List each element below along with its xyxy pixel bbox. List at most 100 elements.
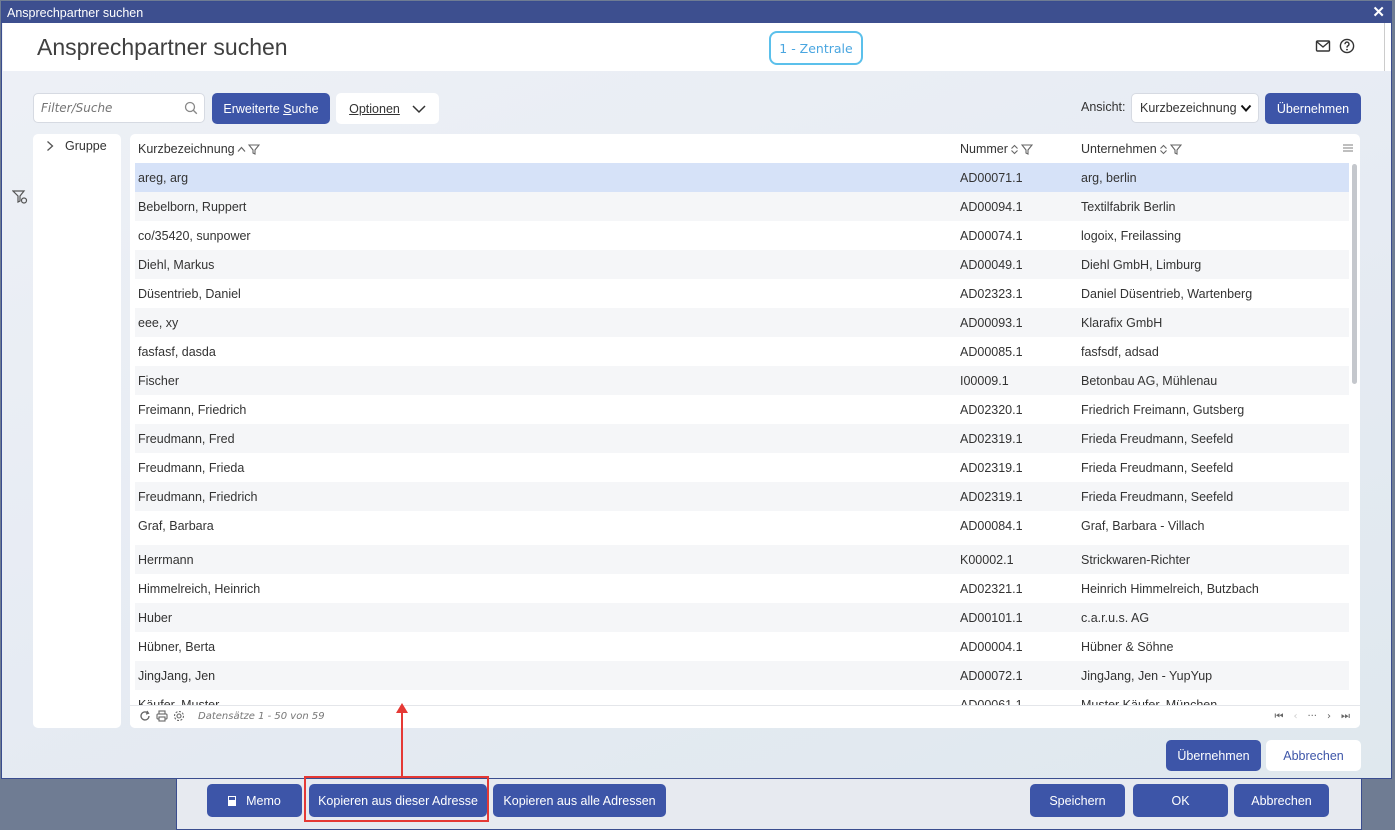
annotation-arrow xyxy=(401,712,403,776)
more-pages-icon[interactable]: ··· xyxy=(1307,711,1317,722)
table-row[interactable]: co/35420, sunpower AD00074.1 logoix, Freil… xyxy=(135,221,1349,250)
advanced-search-label-end: uche xyxy=(291,101,319,116)
table-cell: AD00004.1 xyxy=(960,640,1023,654)
table-cell: Herrmann xyxy=(138,553,194,567)
table-row[interactable]: Freudmann, Friedrich AD02319.1 Frieda Freu… xyxy=(135,482,1349,511)
column-menu-icon[interactable] xyxy=(1342,143,1354,153)
table-cell: AD00101.1 xyxy=(960,611,1023,625)
table-row[interactable]: Himmelreich, Heinrich AD02321.1 Heinrich H… xyxy=(135,574,1349,603)
options-dropdown[interactable]: Optionen xyxy=(336,93,439,124)
search-input[interactable] xyxy=(39,94,183,122)
sort-icon[interactable] xyxy=(1010,144,1019,155)
table-cell: Huber xyxy=(138,611,173,625)
table-cell: Bebelborn, Ruppert xyxy=(138,200,247,214)
column-header-nummer[interactable]: Nummer xyxy=(960,142,1033,156)
table-row[interactable]: areg, arg AD00071.1 arg, berlin xyxy=(135,163,1349,192)
page-title: Ansprechpartner suchen xyxy=(37,34,288,60)
close-icon[interactable]: ✕ xyxy=(1372,3,1385,21)
view-label: Ansicht: xyxy=(1081,100,1126,114)
table-cell: AD00094.1 xyxy=(960,200,1023,214)
dialog-header: Ansprechpartner suchen 1 - Zentrale xyxy=(3,23,1388,71)
group-tree-item[interactable]: Gruppe xyxy=(45,139,107,153)
search-icon[interactable] xyxy=(184,101,198,115)
last-page-icon[interactable]: ⏭ xyxy=(1341,711,1350,722)
location-badge[interactable]: 1 - Zentrale xyxy=(769,31,863,65)
table-row[interactable]: Huber AD00101.1 c.a.r.u.s. AG xyxy=(135,603,1349,632)
table-cell: Freudmann, Frieda xyxy=(138,461,245,475)
window-title: Ansprechpartner suchen xyxy=(7,5,144,20)
chevron-right-icon[interactable] xyxy=(45,140,55,152)
filter-icon[interactable] xyxy=(1020,143,1033,155)
advanced-search-button[interactable]: Erweiterte Suche xyxy=(212,93,330,124)
table-cell: AD02320.1 xyxy=(960,403,1023,417)
filter-settings-icon[interactable] xyxy=(12,189,28,205)
table-row[interactable]: eee, xy AD00093.1 Klarafix GmbH xyxy=(135,308,1349,337)
apply-view-button[interactable]: Übernehmen xyxy=(1265,93,1361,124)
column-label: Kurzbezeichnung xyxy=(138,142,235,156)
table-row[interactable]: Graf, Barbara AD00084.1 Graf, Barbara - Vi… xyxy=(135,511,1349,540)
column-header-kurzbezeichnung[interactable]: Kurzbezeichnung xyxy=(138,142,260,156)
first-page-icon[interactable]: ⏮ xyxy=(1274,711,1283,722)
table-cell: fasfasf, dasda xyxy=(138,345,216,359)
save-button[interactable]: Speichern xyxy=(1030,784,1125,817)
table-row[interactable]: Fischer I00009.1 Betonbau AG, Mühlenau xyxy=(135,366,1349,395)
prev-page-icon[interactable]: ‹ xyxy=(1293,711,1297,722)
table-cell: Freudmann, Friedrich xyxy=(138,490,258,504)
column-header-unternehmen[interactable]: Unternehmen xyxy=(1081,142,1182,156)
table-cell: Diehl GmbH, Limburg xyxy=(1081,258,1202,272)
table-row[interactable]: Bebelborn, Ruppert AD00094.1 Textilfabrik … xyxy=(135,192,1349,221)
table-row[interactable]: Diehl, Markus AD00049.1 Diehl GmbH, Limbur… xyxy=(135,250,1349,279)
table-row[interactable]: Freudmann, Frieda AD02319.1 Frieda Freudma… xyxy=(135,453,1349,482)
table-row[interactable]: JingJang, Jen AD00072.1 JingJang, Jen - Yu… xyxy=(135,661,1349,690)
ok-button[interactable]: OK xyxy=(1133,784,1228,817)
memo-icon xyxy=(228,795,237,806)
refresh-icon[interactable] xyxy=(139,710,151,722)
table-cell: JingJang, Jen - YupYup xyxy=(1081,669,1213,683)
table-cell: AD00074.1 xyxy=(960,229,1023,243)
table-row[interactable]: Käufer, Muster AD00061.1 Muster Käufer, Mü… xyxy=(135,690,1349,705)
dialog-titlebar: Ansprechpartner suchen ✕ xyxy=(2,2,1391,23)
table-header: Kurzbezeichnung Nummer Unternehmen xyxy=(130,134,1360,163)
annotation-arrowhead xyxy=(396,703,408,713)
table-row[interactable]: Herrmann K00002.1 Strickwaren-Richter xyxy=(135,545,1349,574)
copy-from-all-addresses-button[interactable]: Kopieren aus alle Adressen xyxy=(493,784,666,817)
table-cell: I00009.1 xyxy=(960,374,1009,388)
advanced-search-accelerator: S xyxy=(283,101,292,116)
table-cell: AD02319.1 xyxy=(960,490,1023,504)
table-scrollbar[interactable] xyxy=(1352,164,1357,384)
table-row[interactable]: fasfasf, dasda AD00085.1 fasfsdf, adsad xyxy=(135,337,1349,366)
table-cell: Graf, Barbara - Villach xyxy=(1081,519,1205,533)
dialog-apply-button[interactable]: Übernehmen xyxy=(1166,740,1261,771)
sort-ascending-icon[interactable] xyxy=(237,145,246,154)
view-select[interactable]: Kurzbezeichnung xyxy=(1131,93,1259,123)
sort-icon[interactable] xyxy=(1159,144,1168,155)
memo-button[interactable]: Memo xyxy=(207,784,302,817)
table-cell: AD02319.1 xyxy=(960,432,1023,446)
mail-icon[interactable] xyxy=(1315,38,1331,54)
table-cell: AD00084.1 xyxy=(960,519,1023,533)
table-row[interactable]: Düsentrieb, Daniel AD02323.1 Daniel Düsent… xyxy=(135,279,1349,308)
filter-icon[interactable] xyxy=(247,143,260,155)
help-icon[interactable] xyxy=(1339,38,1355,54)
filter-search-box[interactable] xyxy=(33,93,205,123)
table-cell: Textilfabrik Berlin xyxy=(1081,200,1176,214)
table-cell: Frieda Freudmann, Seefeld xyxy=(1081,432,1234,446)
table-row[interactable]: Freimann, Friedrich AD02320.1 Friedrich Fr… xyxy=(135,395,1349,424)
settings-gear-icon[interactable] xyxy=(173,710,185,722)
group-panel: Gruppe xyxy=(33,134,121,728)
table-cell: Fischer xyxy=(138,374,179,388)
table-row[interactable]: Hübner, Berta AD00004.1 Hübner & Söhne xyxy=(135,632,1349,661)
cancel-button[interactable]: Abbrechen xyxy=(1234,784,1329,817)
print-icon[interactable] xyxy=(156,710,168,722)
next-page-icon[interactable]: › xyxy=(1327,711,1331,722)
filter-icon[interactable] xyxy=(1169,143,1182,155)
table-row[interactable]: Freudmann, Fred AD02319.1 Frieda Freudmann… xyxy=(135,424,1349,453)
table-cell: AD00061.1 xyxy=(960,698,1023,705)
dialog-cancel-button[interactable]: Abbrechen xyxy=(1266,740,1361,771)
column-label: Nummer xyxy=(960,142,1008,156)
header-scrollbar[interactable] xyxy=(1384,23,1391,71)
records-count: Datensätze 1 - 50 von 59 xyxy=(198,711,325,722)
table-cell: Düsentrieb, Daniel xyxy=(138,287,241,301)
table-cell: areg, arg xyxy=(138,171,189,185)
table-cell: Hübner, Berta xyxy=(138,640,216,654)
